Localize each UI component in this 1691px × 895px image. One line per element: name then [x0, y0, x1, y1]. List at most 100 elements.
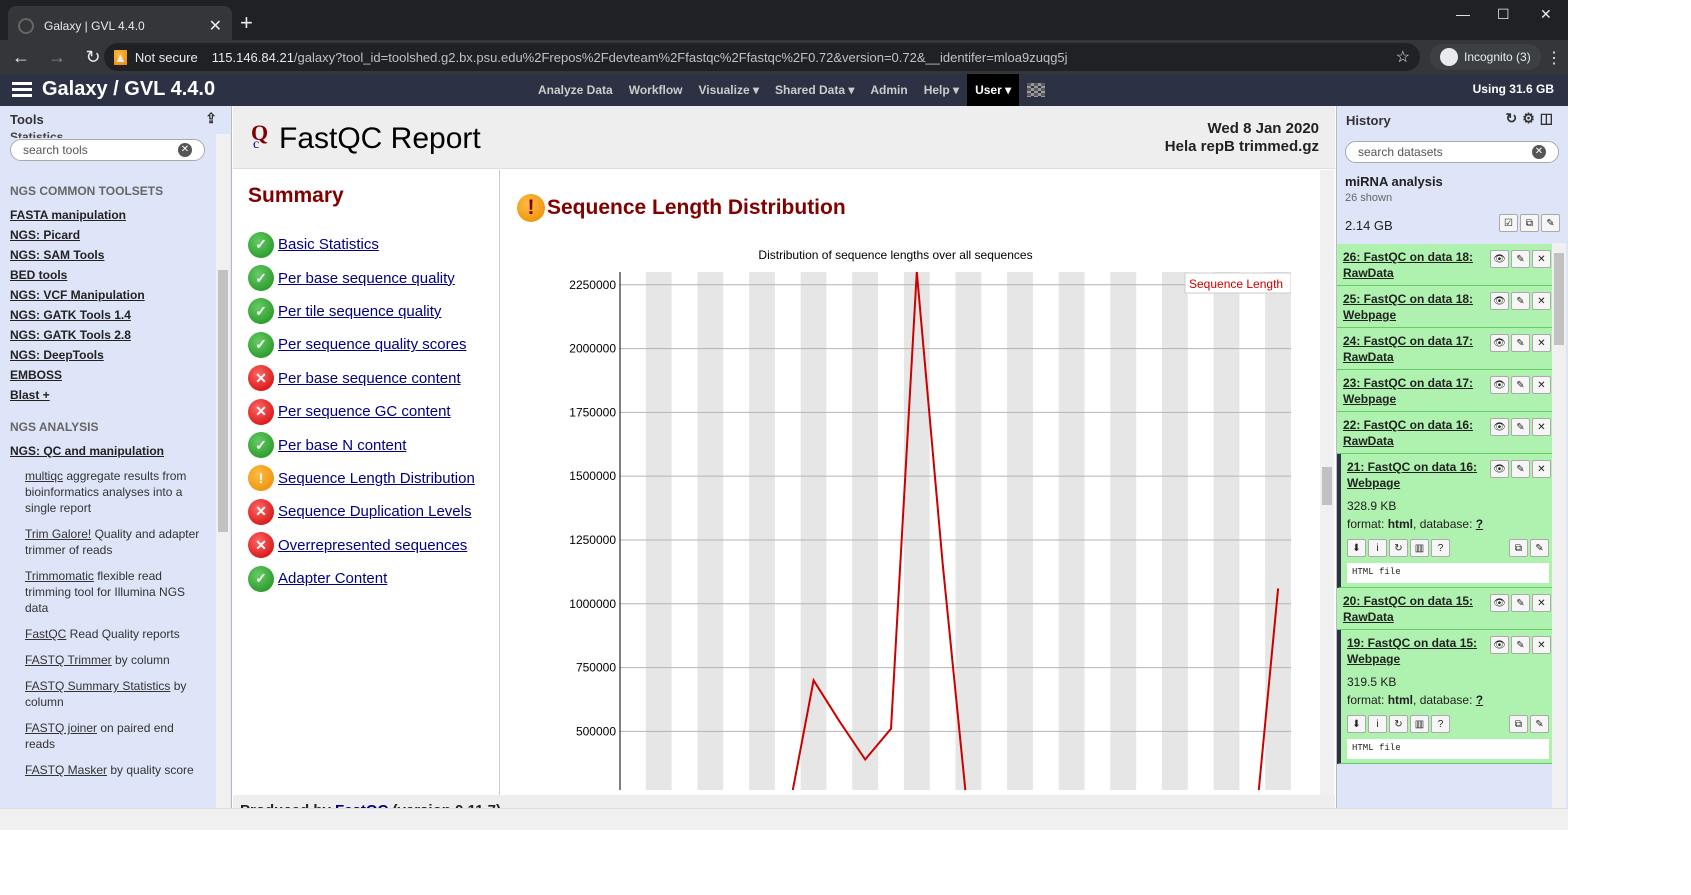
dataset-item[interactable]: 21: FastQC on data 16: Webpage 👁 ✎ ✕ 328.9 K… [1337, 454, 1555, 588]
annotation-icon[interactable]: ✎ [1541, 214, 1560, 232]
help-icon[interactable]: ? [1431, 715, 1450, 733]
eye-icon[interactable]: 👁 [1490, 292, 1509, 310]
quota-meter[interactable]: Using 31.6 GB [1473, 74, 1554, 104]
summary-link[interactable]: Sequence Duplication Levels [278, 503, 471, 520]
summary-link[interactable]: Adapter Content [278, 570, 387, 587]
nav-workflow[interactable]: Workflow [621, 74, 691, 106]
delete-icon[interactable]: ✕ [1532, 594, 1551, 612]
dataset-title[interactable]: 26: FastQC on data 18: RawData [1343, 249, 1483, 281]
summary-link[interactable]: Per base sequence quality [278, 270, 455, 287]
nav-analyze-data[interactable]: Analyze Data [530, 74, 621, 106]
eye-icon[interactable]: 👁 [1490, 376, 1509, 394]
tool-item-name[interactable]: multiqc [25, 469, 63, 483]
visualize-icon[interactable]: ▥ [1410, 539, 1429, 557]
dataset-item[interactable]: 20: FastQC on data 15: RawData 👁 ✎ ✕ [1337, 588, 1555, 630]
minimize-icon[interactable]: — [1456, 6, 1470, 22]
tool-item-name[interactable]: Trim Galore! [25, 527, 91, 541]
tool-search-input[interactable]: search tools ✕ [10, 139, 205, 161]
close-window-icon[interactable]: ✕ [1540, 6, 1552, 23]
summary-item[interactable]: ! Sequence Length Distribution [248, 462, 484, 495]
summary-link[interactable]: Per base sequence content [278, 370, 461, 387]
incognito-badge[interactable]: Incognito (3) [1430, 44, 1541, 70]
nav-visualize[interactable]: Visualize ▾ [690, 74, 767, 106]
dataset-title[interactable]: 20: FastQC on data 15: RawData [1343, 593, 1483, 625]
tool-group-link[interactable]: NGS: GATK Tools 2.8 [10, 328, 205, 342]
dataset-item[interactable]: 24: FastQC on data 17: RawData 👁 ✎ ✕ [1337, 328, 1555, 370]
upload-icon[interactable]: ⇪ [205, 110, 217, 127]
nav-admin[interactable]: Admin [862, 74, 915, 106]
eye-icon[interactable]: 👁 [1490, 250, 1509, 268]
comment-icon[interactable]: ✎ [1530, 715, 1549, 733]
dataset-database[interactable]: ? [1476, 517, 1483, 531]
tool-group-link[interactable]: NGS: VCF Manipulation [10, 288, 205, 302]
tool-item[interactable]: FASTQ joiner on paired end reads [25, 720, 205, 752]
dataset-title[interactable]: 23: FastQC on data 17: Webpage [1343, 375, 1483, 407]
tool-group-link[interactable]: NGS: Picard [10, 228, 205, 242]
bookmark-star-icon[interactable]: ☆ [1396, 47, 1410, 67]
dataset-item[interactable]: 19: FastQC on data 15: Webpage 👁 ✎ ✕ 319.5 K… [1337, 630, 1555, 764]
download-icon[interactable]: ⬇ [1347, 539, 1366, 557]
delete-icon[interactable]: ✕ [1532, 250, 1551, 268]
tool-item-name[interactable]: FastQC [25, 627, 66, 641]
tag-icon[interactable]: ⧉ [1509, 715, 1528, 733]
dataset-database[interactable]: ? [1476, 693, 1483, 707]
dataset-title[interactable]: 21: FastQC on data 16: Webpage [1347, 459, 1487, 491]
summary-item[interactable]: ✕ Overrepresented sequences [248, 529, 484, 562]
refresh-icon[interactable]: ↻ [1505, 110, 1522, 126]
tool-item[interactable]: FastQC Read Quality reports [25, 626, 205, 642]
clear-search-icon[interactable]: ✕ [178, 143, 192, 157]
history-name[interactable]: miRNA analysis [1345, 174, 1443, 189]
delete-icon[interactable]: ✕ [1532, 460, 1551, 478]
pencil-icon[interactable]: ✎ [1511, 594, 1530, 612]
tool-group-link[interactable]: NGS: SAM Tools [10, 248, 205, 262]
tool-item-name[interactable]: FASTQ Trimmer [25, 653, 112, 667]
address-bar[interactable]: ▲ Not secure 115.146.84.21 /galaxy?tool_… [104, 43, 1420, 71]
tags-icon[interactable]: ⧉ [1520, 214, 1539, 232]
dataset-item[interactable]: 22: FastQC on data 16: RawData 👁 ✎ ✕ [1337, 412, 1555, 454]
forward-icon[interactable]: → [42, 47, 72, 68]
horizontal-scrollbar[interactable] [0, 808, 1568, 830]
summary-link[interactable]: Basic Statistics [278, 236, 379, 253]
back-icon[interactable]: ← [6, 47, 36, 68]
comment-icon[interactable]: ✎ [1530, 539, 1549, 557]
nav-help[interactable]: Help ▾ [916, 74, 967, 106]
dataset-title[interactable]: 19: FastQC on data 15: Webpage [1347, 635, 1487, 667]
clear-search-icon[interactable]: ✕ [1532, 145, 1546, 159]
history-scrollbar[interactable] [1552, 243, 1566, 808]
tool-item[interactable]: FASTQ Trimmer by column [25, 652, 205, 668]
eye-icon[interactable]: 👁 [1490, 594, 1509, 612]
summary-item[interactable]: ✓ Per tile sequence quality [248, 295, 484, 328]
summary-item[interactable]: ✓ Per sequence quality scores [248, 328, 484, 361]
pencil-icon[interactable]: ✎ [1511, 636, 1530, 654]
select-items-icon[interactable]: ☑ [1499, 214, 1518, 232]
summary-item[interactable]: ✓ Per base sequence quality [248, 261, 484, 294]
download-icon[interactable]: ⬇ [1347, 715, 1366, 733]
tool-group-link[interactable]: NGS: DeepTools [10, 348, 205, 362]
tool-item-name[interactable]: FASTQ Masker [25, 763, 107, 777]
delete-icon[interactable]: ✕ [1532, 292, 1551, 310]
visualize-icon[interactable]: ▥ [1410, 715, 1429, 733]
nav-shared-data[interactable]: Shared Data ▾ [767, 74, 862, 106]
eye-icon[interactable]: 👁 [1490, 334, 1509, 352]
tool-group-link[interactable]: NGS: GATK Tools 1.4 [10, 308, 205, 322]
tool-item[interactable]: FASTQ Summary Statistics by column [25, 678, 205, 710]
dataset-item[interactable]: 23: FastQC on data 17: Webpage 👁 ✎ ✕ [1337, 370, 1555, 412]
summary-item[interactable]: ✕ Sequence Duplication Levels [248, 495, 484, 528]
tag-icon[interactable]: ⧉ [1509, 539, 1528, 557]
rerun-icon[interactable]: ↻ [1389, 715, 1408, 733]
delete-icon[interactable]: ✕ [1532, 334, 1551, 352]
gear-icon[interactable]: ⚙ [1522, 110, 1540, 126]
dataset-item[interactable]: 26: FastQC on data 18: RawData 👁 ✎ ✕ [1337, 244, 1555, 286]
tool-group-link[interactable]: BED tools [10, 268, 205, 282]
tool-group-link[interactable]: Blast + [10, 388, 205, 402]
tool-group-link[interactable]: FASTA manipulation [10, 208, 205, 222]
info-icon[interactable]: i [1368, 539, 1387, 557]
close-tab-icon[interactable]: ✕ [209, 16, 222, 36]
maximize-icon[interactable]: ☐ [1497, 6, 1510, 23]
summary-link[interactable]: Overrepresented sequences [278, 537, 467, 554]
dataset-item[interactable]: 25: FastQC on data 18: Webpage 👁 ✎ ✕ [1337, 286, 1555, 328]
summary-item[interactable]: ✕ Per sequence GC content [248, 395, 484, 428]
pencil-icon[interactable]: ✎ [1511, 418, 1530, 436]
nav-user[interactable]: User ▾ [967, 74, 1020, 106]
dataset-title[interactable]: 24: FastQC on data 17: RawData [1343, 333, 1483, 365]
